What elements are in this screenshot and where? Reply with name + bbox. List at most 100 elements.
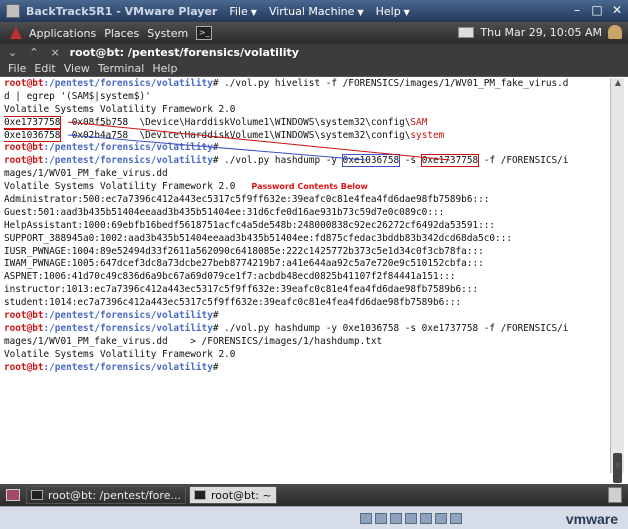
prompt-user: root@bt — [4, 155, 44, 167]
system-virtual-address: 0xe1036758 — [4, 128, 62, 142]
hash-line: IUSR_PWNAGE:1004:89e52494d33f2611a562090… — [4, 245, 484, 257]
command-text: # — [212, 361, 225, 373]
terminal-title: root@bt: /pentest/forensics/volatility — [69, 45, 299, 59]
prompt-user: root@bt — [4, 361, 44, 373]
prompt-user: root@bt — [4, 142, 44, 154]
vm-window-title: BackTrack5R1 - VMware Player — [26, 4, 218, 18]
terminal-scrollbar[interactable]: ▲ ▼ — [610, 78, 625, 483]
hash-line: HelpAssistant:1000:69ebfb16bedf5618751ac… — [4, 219, 496, 231]
chevron-down-icon: ▼ — [403, 7, 410, 17]
command-text: -f /FORENSICS/i — [478, 155, 569, 167]
prompt-path: :/pentest/forensics/volatility — [43, 142, 213, 154]
minimize-icon[interactable]: – — [570, 3, 584, 17]
hive-name-system: system — [410, 129, 445, 141]
terminal-line: root@bt:/pentest/forensics/volatility# — [4, 142, 610, 155]
maximize-icon[interactable]: □ — [590, 3, 604, 17]
terminal-menu-view[interactable]: View — [64, 62, 90, 75]
command-text: -s — [399, 155, 422, 167]
terminal-line: Volatile Systems Volatility Framework 2.… — [4, 103, 236, 115]
device-icons — [360, 513, 462, 524]
sound-icon[interactable] — [435, 513, 447, 524]
terminal-line: Volatile Systems Volatility Framework 2.… — [4, 348, 236, 360]
command-text: # — [212, 310, 225, 322]
terminal-menu-edit[interactable]: Edit — [34, 62, 55, 75]
prompt-path: :/pentest/forensics/volatility — [43, 310, 213, 322]
scroll-up-icon[interactable]: ▲ — [611, 78, 625, 90]
terminal-line: root@bt:/pentest/forensics/volatility# .… — [4, 323, 610, 336]
taskbar-item-terminal-2[interactable]: root@bt: ~ — [188, 486, 277, 504]
prompt-path: :/pentest/forensics/volatility — [43, 361, 213, 373]
chevron-up-icon[interactable]: ⌃ — [29, 46, 38, 59]
mail-icon[interactable] — [458, 26, 475, 38]
y-arg-address: 0xe1036758 — [341, 154, 401, 168]
vm-statusbar: vmware — [0, 506, 628, 529]
backtrack-dragon-icon — [10, 27, 22, 39]
prompt-user: root@bt — [4, 78, 44, 89]
terminal-menu-help[interactable]: Help — [152, 62, 177, 75]
usb-icon[interactable] — [420, 513, 432, 524]
panel-right-area: Thu Mar 29, 10:05 AM — [458, 25, 622, 39]
hive-path: 0x08f5b758 \Device\HarddiskVolume1\WINDO… — [60, 116, 411, 128]
user-icon[interactable] — [608, 25, 622, 39]
terminal-menu-terminal[interactable]: Terminal — [98, 62, 145, 75]
terminal-line: mages/1/WV01_PM_fake_virus.dd > /FORENSI… — [4, 335, 383, 347]
vmware-app-icon — [6, 4, 20, 18]
scroll-down-icon[interactable]: ▼ — [611, 461, 625, 473]
vm-menu-file-label: File — [229, 4, 248, 18]
vm-menu-vm-label: Virtual Machine — [268, 4, 355, 18]
command-text: # ./vol.py hivelist -f /FORENSICS/images… — [212, 78, 569, 89]
hash-line: SUPPORT_388945a0:1002:aad3b435b51404eeaa… — [4, 232, 512, 244]
terminal-line: d | egrep '(SAM$|system$)' — [4, 90, 151, 102]
panel-menu-places[interactable]: Places — [104, 27, 139, 40]
terminal-line: root@bt:/pentest/forensics/volatility# .… — [4, 78, 610, 91]
close-icon[interactable]: ✕ — [610, 3, 624, 17]
terminal-line: mages/1/WV01_PM_fake_virus.dd — [4, 168, 168, 180]
hdd-icon[interactable] — [360, 513, 372, 524]
terminal-icon — [31, 490, 43, 500]
gnome-top-panel: Applications Places System >_ Thu Mar 29… — [0, 22, 628, 44]
sam-virtual-address: 0xe1737758 — [4, 115, 62, 129]
chevron-down-icon: ▼ — [250, 7, 257, 17]
terminal-menu-file[interactable]: File — [8, 62, 26, 75]
show-desktop-icon[interactable] — [6, 489, 20, 501]
terminal-output[interactable]: root@bt:/pentest/forensics/volatility# .… — [4, 78, 610, 473]
s-arg-address: 0xe1737758 — [420, 154, 480, 168]
hash-line: instructor:1013:ec7a7396c412a443ec5317c5… — [4, 284, 479, 296]
prompt-path: :/pentest/forensics/volatility — [43, 78, 213, 89]
hash-line: IWAM_PWNAGE:1005:647dcef3dc8a73dcbe27beb… — [4, 258, 484, 270]
bottom-taskbar: root@bt: /pentest/fore... root@bt: ~ — [0, 484, 628, 506]
prompt-path: :/pentest/forensics/volatility — [43, 155, 213, 167]
prompt-user: root@bt — [4, 310, 44, 322]
vm-menu-help-label: Help — [375, 4, 401, 18]
printer-icon[interactable] — [450, 513, 462, 524]
close-icon[interactable]: × — [50, 46, 59, 59]
panel-menu-system[interactable]: System — [147, 27, 188, 40]
vm-menu-virtual-machine[interactable]: Virtual Machine ▼ — [269, 5, 364, 18]
floppy-icon[interactable] — [390, 513, 402, 524]
terminal-icon — [193, 490, 206, 500]
vm-menu-help[interactable]: Help ▼ — [376, 5, 410, 18]
prompt-path: :/pentest/forensics/volatility — [43, 322, 213, 334]
hive-path: 0x02b4a758 \Device\HarddiskVolume1\WINDO… — [60, 129, 411, 141]
password-annotation: Password Contents Below — [251, 182, 368, 192]
panel-menu-applications[interactable]: Applications — [29, 27, 96, 40]
cdrom-icon[interactable] — [375, 513, 387, 524]
chevron-down-icon[interactable]: ⌄ — [8, 46, 17, 59]
command-text: # ./vol.py hashdump -y — [212, 155, 343, 167]
prompt-user: root@bt — [4, 322, 44, 334]
terminal-line: 0xe1036758 0x02b4a758 \Device\HarddiskVo… — [4, 128, 610, 143]
terminal-line: 0xe1737758 0x08f5b758 \Device\HarddiskVo… — [4, 115, 610, 130]
terminal-line: Volatile Systems Volatility Framework 2.… — [4, 181, 610, 194]
network-icon[interactable] — [405, 513, 417, 524]
panel-clock[interactable]: Thu Mar 29, 10:05 AM — [480, 26, 602, 39]
banner-text: Volatile Systems Volatility Framework 2.… — [4, 181, 236, 193]
vm-menu-file[interactable]: File ▼ — [229, 5, 257, 18]
chevron-down-icon: ▼ — [357, 7, 364, 17]
terminal-launcher-icon[interactable]: >_ — [196, 26, 213, 40]
taskbar-item-label: root@bt: /pentest/fore... — [48, 488, 181, 502]
taskbar-item-terminal-1[interactable]: root@bt: /pentest/fore... — [26, 486, 186, 504]
trash-icon[interactable] — [608, 487, 622, 503]
terminal-line: root@bt:/pentest/forensics/volatility# — [4, 362, 610, 375]
taskbar-item-label: root@bt: ~ — [210, 488, 272, 502]
command-text: # — [212, 142, 225, 154]
